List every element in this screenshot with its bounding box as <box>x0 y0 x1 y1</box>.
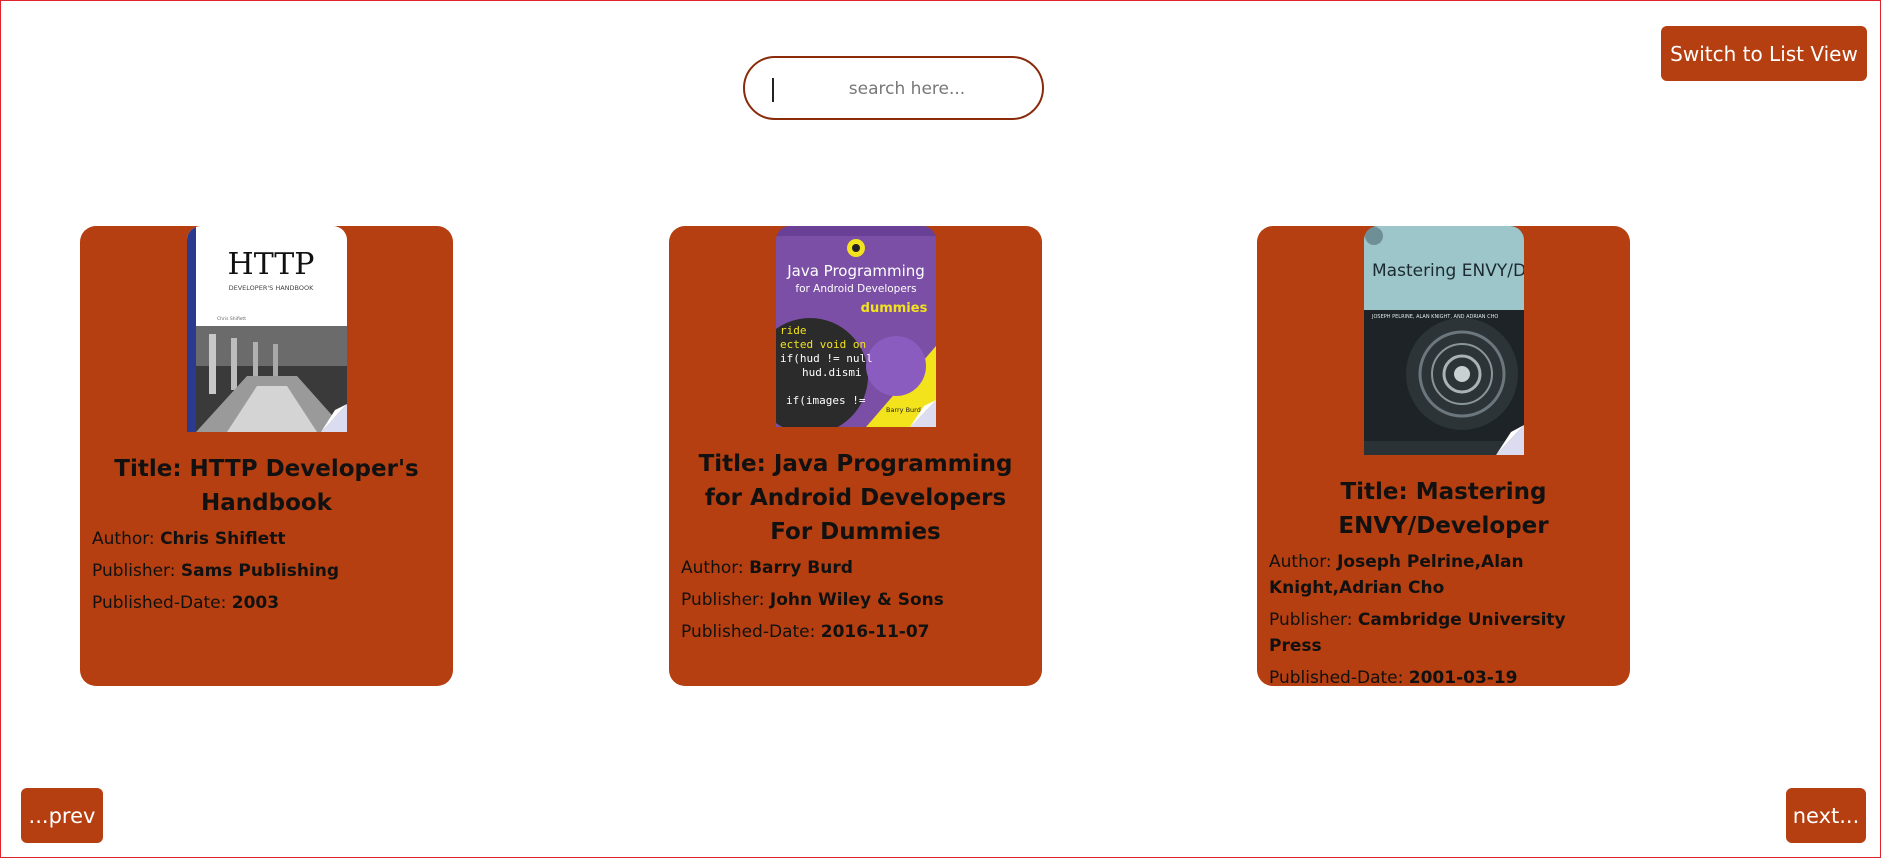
book-publisher: John Wiley & Sons <box>769 590 944 610</box>
book-published-date: 2001-03-19 <box>1408 668 1518 688</box>
svg-text:if(images !=: if(images != <box>786 394 866 407</box>
published-date-label: Published-Date: <box>92 593 227 613</box>
book-author-row: Author: Barry Burd <box>681 555 1030 581</box>
cover-byline: JOSEPH PELRINE, ALAN KNIGHT, AND ADRIAN … <box>1371 314 1498 320</box>
book-publisher: Sams Publishing <box>180 561 340 581</box>
book-cover-image: Mastering ENVY/Developer JOSEPH PELRINE,… <box>1363 226 1524 455</box>
svg-text:ride: ride <box>780 324 807 337</box>
book-card[interactable]: HTTP DEVELOPER'S HANDBOOK Chris Shiflett… <box>80 226 453 686</box>
switch-to-list-view-button[interactable]: Switch to List View <box>1661 26 1867 81</box>
author-label: Author: <box>1269 552 1332 572</box>
book-card[interactable]: Java Programming for Android Developers … <box>669 226 1042 686</box>
book-publisher-row: Publisher: Cambridge University Press <box>1269 607 1618 659</box>
book-cover-image: HTTP DEVELOPER'S HANDBOOK Chris Shiflett <box>186 226 347 432</box>
cover-brand: dummies <box>860 301 927 316</box>
book-publisher-row: Publisher: Sams Publishing <box>92 558 441 584</box>
svg-text:ected void on: ected void on <box>780 338 866 351</box>
search-input[interactable] <box>777 64 1037 114</box>
book-date-row: Published-Date: 2001-03-19 <box>1269 665 1618 691</box>
book-author-row: Author: Joseph Pelrine,Alan Knight,Adria… <box>1269 549 1618 601</box>
book-author: Chris Shiflett <box>160 529 286 549</box>
publisher-label: Publisher: <box>681 590 765 610</box>
published-date-label: Published-Date: <box>1269 668 1404 688</box>
book-published-date: 2016-11-07 <box>820 622 930 642</box>
prev-page-button[interactable]: ...prev <box>21 788 103 843</box>
book-title: Title: Mastering ENVY/Developer <box>1338 479 1549 539</box>
cover-byline: Chris Shiflett <box>217 316 246 322</box>
svg-text:hud.dismi: hud.dismi <box>802 366 862 379</box>
cover-heading: Mastering ENVY/Developer <box>1372 261 1524 281</box>
publisher-label: Publisher: <box>1269 610 1353 630</box>
book-author-row: Author: Chris Shiflett <box>92 526 441 552</box>
book-publisher-row: Publisher: John Wiley & Sons <box>681 587 1030 613</box>
text-caret <box>772 78 774 102</box>
book-title: Title: Java Programming for Android Deve… <box>698 451 1013 545</box>
published-date-label: Published-Date: <box>681 622 816 642</box>
author-label: Author: <box>681 558 744 578</box>
book-card[interactable]: Mastering ENVY/Developer JOSEPH PELRINE,… <box>1257 226 1630 688</box>
search-box[interactable] <box>743 56 1044 120</box>
book-published-date: 2003 <box>231 593 280 613</box>
author-label: Author: <box>92 529 155 549</box>
cover-subheading: DEVELOPER'S HANDBOOK <box>228 284 313 292</box>
svg-text:if(hud != null: if(hud != null <box>780 352 873 365</box>
book-title: Title: HTTP Developer's Handbook <box>114 456 419 516</box>
cover-subheading: for Android Developers <box>795 283 916 295</box>
book-author: Barry Burd <box>749 558 853 578</box>
cover-heading: Java Programming <box>786 262 925 280</box>
book-date-row: Published-Date: 2003 <box>92 590 441 616</box>
book-date-row: Published-Date: 2016-11-07 <box>681 619 1030 645</box>
cover-heading: HTTP <box>227 247 314 282</box>
publisher-label: Publisher: <box>92 561 176 581</box>
next-page-button[interactable]: next... <box>1786 788 1866 843</box>
book-cover-image: Java Programming for Android Developers … <box>775 226 936 427</box>
